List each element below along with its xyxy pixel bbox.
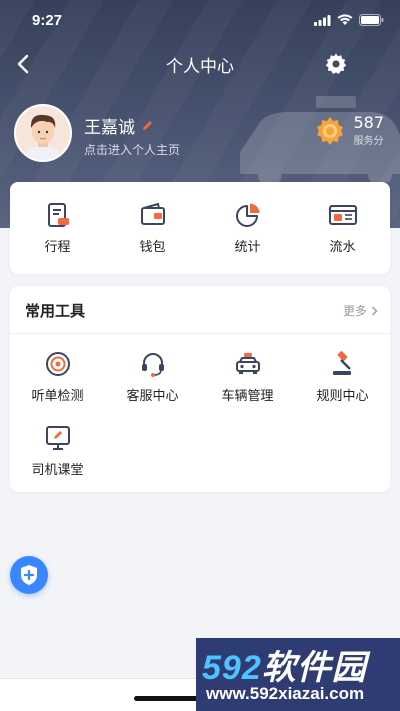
quick-action-label: 钱包 xyxy=(139,240,166,255)
car-icon xyxy=(235,353,260,374)
signal-icon xyxy=(314,14,331,26)
tools-title: 常用工具 xyxy=(25,302,86,320)
battery-icon xyxy=(359,14,384,26)
avatar[interactable] xyxy=(14,104,72,162)
quick-action-stats[interactable]: 统计 xyxy=(200,182,295,274)
tool-label: 听单检测 xyxy=(31,389,84,404)
watermark-url: www.592xiazai.com xyxy=(206,684,365,703)
profile-link[interactable]: 点击进入个人主页 xyxy=(84,141,180,158)
safety-shield-button[interactable] xyxy=(10,556,48,594)
watermark-text: 软件园 xyxy=(261,649,367,687)
quick-action-label: 流水 xyxy=(329,240,356,255)
gavel-icon xyxy=(332,351,351,375)
more-link[interactable]: 更多 xyxy=(343,302,378,319)
tool-label: 司机课堂 xyxy=(31,463,84,478)
wifi-icon xyxy=(337,14,353,25)
shield-icon xyxy=(21,565,37,585)
site-watermark: 592软件园 www.592xiazai.com xyxy=(196,638,400,711)
tools-header: 常用工具 更多 xyxy=(10,286,390,334)
watermark-numerals: 592 xyxy=(202,649,262,687)
wallet-icon xyxy=(140,202,165,225)
quick-action-cashflow[interactable]: 流水 xyxy=(295,182,390,274)
user-name-row[interactable]: 王嘉诚 xyxy=(84,113,154,138)
system-indicators xyxy=(314,14,384,26)
tool-customer-service[interactable]: 客服中心 xyxy=(105,334,200,408)
watermark-logo: 592软件园 xyxy=(202,640,367,689)
service-score[interactable]: 587 服务分 xyxy=(315,114,384,147)
order-detect-icon xyxy=(45,352,70,376)
status-bar: 9:27 xyxy=(0,0,400,44)
gear-icon[interactable] xyxy=(324,52,348,76)
status-time: 9:27 xyxy=(32,12,63,29)
tool-label: 车辆管理 xyxy=(221,389,274,404)
tool-label: 客服中心 xyxy=(126,389,179,404)
more-label: 更多 xyxy=(342,304,367,318)
quick-action-trip[interactable]: 行程 xyxy=(10,182,105,274)
tool-order-detect[interactable]: 听单检测 xyxy=(10,334,105,408)
tools-grid: 听单检测 客服中心 车辆管理 规则中心 司机课堂 xyxy=(10,334,390,482)
trip-icon xyxy=(47,203,69,227)
tool-label: 规则中心 xyxy=(316,389,369,404)
tools-card: 常用工具 更多 听单检测 客服中心 车辆管理 规则中心 司机课堂 xyxy=(10,286,390,492)
navigation-bar: 个人中心 xyxy=(0,44,400,84)
score-value: 587 xyxy=(353,113,384,132)
chevron-right-icon xyxy=(372,306,378,315)
quick-action-label: 行程 xyxy=(44,240,71,255)
sun-badge-icon xyxy=(317,116,344,145)
score-label: 服务分 xyxy=(353,136,384,147)
avatar-illustration xyxy=(16,106,70,160)
quick-action-wallet[interactable]: 钱包 xyxy=(105,182,200,274)
tool-vehicle-management[interactable]: 车辆管理 xyxy=(200,334,295,408)
edit-pencil-icon[interactable] xyxy=(141,119,154,132)
cashflow-icon xyxy=(328,205,357,225)
quick-actions-card: 行程 钱包 统计 流水 xyxy=(10,182,390,274)
tool-rules-center[interactable]: 规则中心 xyxy=(295,334,390,408)
user-name: 王嘉诚 xyxy=(84,118,135,138)
pie-chart-icon xyxy=(235,203,259,227)
headset-icon xyxy=(141,353,164,377)
classroom-icon xyxy=(45,426,70,450)
quick-action-label: 统计 xyxy=(234,240,261,255)
tool-driver-classroom[interactable]: 司机课堂 xyxy=(10,408,105,482)
